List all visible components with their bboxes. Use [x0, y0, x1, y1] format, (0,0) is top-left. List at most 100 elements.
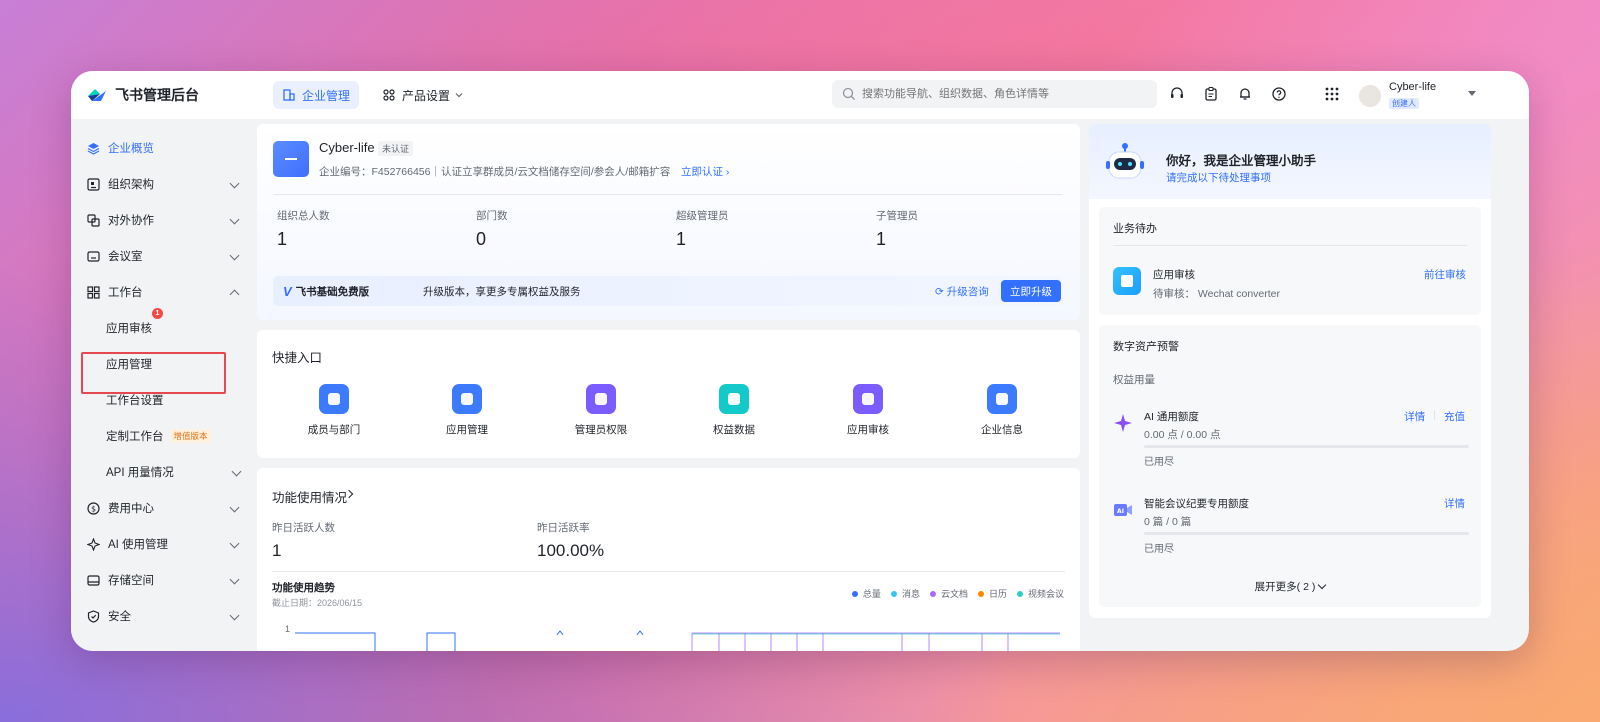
asset-name: AI 通用额度	[1144, 411, 1199, 423]
assistant-header: 你好，我是企业管理小助手 请完成以下待处理事项	[1089, 124, 1491, 199]
legend-label: 云文档	[940, 589, 968, 599]
sidebar-subitem-api-usage[interactable]: API 用量情况	[106, 458, 243, 486]
headset-icon[interactable]	[1168, 85, 1186, 103]
legend-item[interactable]: 云文档	[929, 587, 968, 600]
quick-item-app-management[interactable]: 应用管理	[407, 384, 527, 437]
chevron-down-icon	[229, 502, 240, 513]
expand-more-button[interactable]: 展开更多( 2 )	[1099, 579, 1481, 594]
trend-date: 截止日期：2026/06/15	[272, 598, 363, 608]
legend-dot	[929, 590, 936, 597]
ai-icon	[87, 537, 100, 551]
quick-item-label: 权益数据	[713, 424, 755, 436]
sidebar-item-label: 企业概览	[108, 143, 154, 155]
details-link[interactable]: 详情	[1404, 409, 1425, 424]
org-name: Cyber-life	[319, 140, 375, 155]
y-tick-label: 1	[285, 624, 290, 634]
help-icon[interactable]	[1270, 85, 1288, 103]
legend-item[interactable]: 视频会议	[1016, 587, 1064, 600]
stat-yesterday-active: 昨日活跃人数 1	[272, 520, 335, 561]
user-menu[interactable]: Cyber-life 创建人	[1359, 81, 1436, 111]
clipboard-icon[interactable]	[1202, 85, 1220, 103]
recharge-link[interactable]: 充值	[1444, 409, 1465, 424]
org-meta: 企业编号：F452766456｜认证立享群成员/云文档储存空间/参会人/邮箱扩容	[319, 166, 671, 178]
sidebar-subitem-workbench-settings[interactable]: 工作台设置	[106, 386, 164, 414]
user-review-icon	[853, 384, 883, 414]
sidebar-item-label: 工作台	[108, 287, 143, 299]
sidebar-item-meeting-room[interactable]: 会议室	[83, 242, 243, 270]
quick-item-benefit-data[interactable]: 权益数据	[674, 384, 794, 437]
legend-dot	[890, 590, 897, 597]
bell-icon[interactable]	[1236, 85, 1254, 103]
chevron-down-icon	[1318, 580, 1327, 590]
go-review-link[interactable]: 前往审核	[1424, 267, 1466, 282]
sidebar-item-storage[interactable]: 存储空间	[83, 566, 243, 594]
trend-chart: 1	[285, 624, 1060, 651]
legend-item[interactable]: 总量	[851, 587, 881, 600]
quick-item-admin-permissions[interactable]: 管理员权限	[541, 384, 661, 437]
premium-tag: 增值版本	[169, 429, 212, 443]
stat-value: 1	[272, 541, 282, 560]
brand[interactable]: 飞书管理后台	[87, 85, 273, 105]
assets-card: 数字资产预警 权益用量 AI 通用额度 0.00 点 / 0.00 点 已用尽 …	[1099, 325, 1481, 607]
meeting-room-icon	[87, 250, 100, 262]
asset-value: 0 篇 / 0 篇	[1144, 516, 1192, 528]
sidebar-item-ai[interactable]: AI 使用管理	[83, 530, 243, 558]
header-actions	[1168, 85, 1304, 103]
stat-total-members: 组织总人数 1	[277, 208, 330, 250]
sparkle-icon	[1114, 414, 1132, 432]
chevron-down-icon	[229, 574, 240, 585]
user-dropdown-caret-icon[interactable]	[1468, 91, 1476, 96]
verification-status-badge: 未认证	[378, 141, 414, 156]
quick-item-app-review[interactable]: 应用审核	[808, 384, 928, 437]
sidebar-item-billing[interactable]: $ 费用中心	[83, 494, 243, 522]
tab-product-settings[interactable]: 产品设置	[373, 81, 473, 109]
search-input[interactable]	[862, 88, 1142, 100]
sidebar-item-overview[interactable]: 企业概览	[83, 134, 243, 162]
legend-label: 视频会议	[1027, 589, 1064, 599]
sidebar-item-org[interactable]: 组织架构	[83, 170, 243, 198]
upgrade-now-button[interactable]: 立即升级	[1001, 280, 1061, 302]
assistant-title: 你好，我是企业管理小助手	[1166, 154, 1317, 168]
tab-enterprise-management[interactable]: 企业管理	[273, 81, 360, 109]
chevron-down-icon	[229, 538, 240, 549]
storage-icon	[87, 574, 100, 586]
stat-value: 0	[476, 229, 487, 249]
app-grid-icon[interactable]	[1325, 87, 1339, 101]
expand-label: 展开更多( 2 )	[1254, 581, 1316, 593]
sidebar-item-external[interactable]: 对外协作	[83, 206, 243, 234]
asset-progress-bar	[1144, 445, 1469, 448]
upgrade-consult-link[interactable]: ⟳ 升级咨询	[935, 284, 989, 299]
todo-title: 业务待办	[1113, 223, 1157, 235]
legend-label: 总量	[862, 589, 881, 599]
sidebar-item-label: 会议室	[108, 251, 143, 263]
quick-item-members[interactable]: 成员与部门	[274, 384, 394, 437]
quick-item-label: 企业信息	[981, 424, 1023, 436]
verify-now-link[interactable]: 立即认证 ›	[681, 164, 729, 179]
stat-label: 昨日活跃人数	[272, 522, 335, 534]
chevron-down-icon	[229, 178, 240, 189]
asset-links: 详情 | 充值	[1404, 409, 1465, 424]
assistant-panel: 你好，我是企业管理小助手 请完成以下待处理事项 业务待办 应用审核 待审核： W…	[1089, 124, 1491, 618]
legend-item[interactable]: 消息	[890, 587, 920, 600]
quick-item-company-info[interactable]: 企业信息	[942, 384, 1062, 437]
sidebar-item-security[interactable]: 安全	[83, 602, 243, 630]
shield-icon	[87, 609, 100, 623]
divider	[272, 571, 1065, 572]
search-icon	[842, 87, 855, 100]
refresh-icon: ⟳	[935, 286, 947, 298]
search-box[interactable]	[832, 80, 1157, 108]
stat-label: 昨日活跃率	[537, 522, 590, 534]
sidebar-subitem-custom-workbench[interactable]: 定制工作台 增值版本	[106, 422, 212, 450]
card-title-link[interactable]: 功能使用情况	[272, 487, 347, 506]
info-icon	[987, 384, 1017, 414]
sidebar-subitem-app-management[interactable]: 应用管理	[106, 350, 152, 378]
assets-subtitle: 权益用量	[1113, 374, 1155, 386]
asset-status: 已用尽	[1144, 544, 1174, 555]
sidebar-subitem-app-review[interactable]: 应用审核	[106, 314, 152, 342]
divider	[273, 194, 1063, 195]
details-link[interactable]: 详情	[1444, 496, 1465, 511]
collab-icon	[87, 213, 100, 227]
sidebar-item-workbench[interactable]: 工作台	[83, 278, 243, 306]
ai-meeting-icon: AI	[1114, 504, 1132, 516]
legend-item[interactable]: 日历	[977, 587, 1007, 600]
